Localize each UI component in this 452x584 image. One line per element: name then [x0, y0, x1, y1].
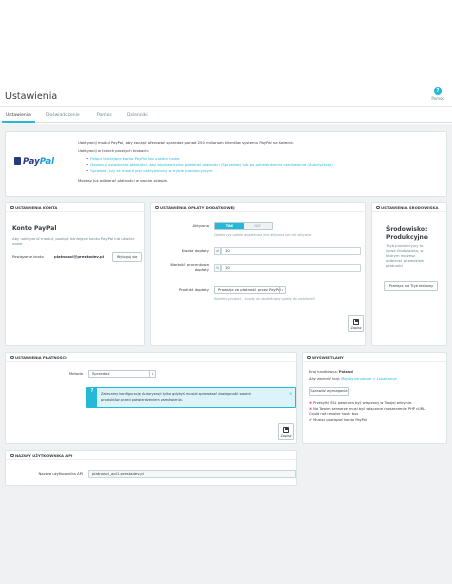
account-desc1: Aby uaktywnić moduł, powiąż istniejące k… — [12, 236, 135, 241]
environment-title-2: Produkcyjne — [386, 234, 428, 241]
percent-input[interactable]: 10 — [221, 264, 361, 272]
requirement-account: ✔ Musisz powiązać konto PayPal — [309, 418, 367, 422]
api-username-label: Nazwa użytkownika API — [38, 471, 83, 476]
account-heading: Ustawienia konta — [6, 203, 144, 212]
environment-title-1: Środowisko: — [386, 226, 428, 233]
tab-bar: Ustawienia Doświadczenie Pomoc Dzienniki — [0, 108, 452, 123]
status-heading: Wyświetlany — [303, 353, 446, 362]
gear-icon — [10, 453, 14, 458]
gear-icon — [155, 205, 159, 210]
change-country-line: Aby zmienić kraj: Międzynarodowe > Lokal… — [309, 377, 397, 381]
api-card: Nazwy użytkownika API Nazwa użytkownika … — [5, 450, 297, 486]
api-heading: Nazwy użytkownika API — [6, 451, 296, 460]
page-header: Ustawienia ? Pomoc — [0, 80, 452, 107]
paypal-logo: PayPal — [14, 157, 54, 168]
switch-sandbox-button[interactable]: Przełącz na Tryb testowy — [384, 281, 438, 291]
account-card: Ustawienia konta Konto PayPal Aby uaktyw… — [5, 202, 145, 346]
question-icon: ? — [434, 87, 442, 95]
fee-input[interactable]: 10 — [221, 247, 361, 255]
info-icon: ? — [87, 388, 97, 407]
gear-icon — [307, 355, 311, 360]
active-toggle[interactable]: TAK NIE — [214, 222, 273, 230]
account-desc2: nowe. — [12, 241, 24, 246]
gear-icon — [10, 205, 14, 210]
method-select[interactable]: Sprzedaż ▾ — [88, 370, 156, 378]
payment-card: Ustawienia płatności Metoda Sprzedaż ▾ ?… — [5, 352, 297, 444]
method-label: Metoda — [68, 371, 83, 376]
floppy-icon — [283, 427, 289, 433]
check-requirements-button[interactable]: Sprawdź wymagania — [309, 387, 349, 396]
fee-label: Kwota dopłaty — [181, 248, 209, 253]
help-label: Pomoc — [431, 96, 445, 101]
cross-icon: ✖ — [309, 401, 313, 405]
environment-heading: Ustawienia środowiska — [372, 203, 446, 212]
active-label: Aktywna — [192, 223, 209, 228]
country-value: Poland — [338, 370, 353, 374]
fee-addon: zł — [214, 247, 221, 255]
product-label: Produkt dopłaty — [178, 287, 209, 292]
cross-icon: ✖ — [309, 407, 313, 411]
active-help: Opłata czy opłata dodatkowa jest aktywna… — [214, 233, 312, 237]
linked-account-label: Powiązane konto — [12, 254, 44, 259]
linked-account-value: platnosci@prestadev.pl — [54, 254, 105, 259]
product-help: Wybierz produkt - koszty do dodatkowej o… — [214, 297, 315, 301]
country-line: Kraj handlowca: Poland — [309, 370, 353, 374]
floppy-icon — [353, 319, 359, 325]
payment-save-button[interactable]: Zapisz — [278, 423, 294, 440]
toggle-no[interactable]: NIE — [243, 223, 272, 229]
page-title: Ustawienia — [5, 91, 58, 102]
close-icon[interactable]: × — [289, 391, 292, 396]
intro-line1: Uaktywnij moduł PayPal, aby zacząć ofero… — [78, 140, 294, 145]
environment-desc-5: płatności — [386, 263, 404, 268]
environment-card: Ustawienia środowiska Środowisko: Produk… — [371, 202, 447, 346]
gear-icon — [10, 355, 14, 360]
status-card: Wyświetlany Kraj handlowca: Poland Aby z… — [302, 352, 447, 444]
intro-card: PayPal Uaktywnij moduł PayPal, aby zaczą… — [5, 131, 447, 197]
requirement-curl-error: Could not resolve host: bus — [309, 412, 359, 416]
intro-step3-link[interactable]: Sprawdź, czy ze moduł jest uaktywniony w… — [86, 168, 213, 174]
product-select[interactable]: Prowizja za płatność przez PayPal ▾ — [214, 286, 286, 294]
percent-addon: % — [214, 264, 221, 272]
page: Ustawienia ? Pomoc Ustawienia Doświadcze… — [0, 0, 452, 584]
info-alert: ? Zalecamy konfigurację Autoryzacji tylk… — [86, 387, 296, 408]
paypal-p-icon — [14, 157, 21, 165]
check-icon: ✔ — [309, 418, 313, 422]
gear-icon — [376, 205, 380, 210]
intro-line2: Uaktywnij w trzech prostych krokach: — [78, 148, 150, 153]
chevron-down-icon: ▾ — [149, 371, 155, 377]
tab-help[interactable]: Pomoc — [93, 108, 116, 123]
tab-settings[interactable]: Ustawienia — [2, 108, 35, 123]
alert-line2: produktów przed potwierdzeniem zamówieni… — [101, 398, 183, 402]
requirement-ssl: ✖ Przesyłki SSL powinien być włączony w … — [309, 401, 413, 405]
help-button[interactable]: ? Pomoc — [429, 87, 447, 101]
extra-save-button[interactable]: Zapisz — [348, 315, 364, 332]
tab-experience[interactable]: Doświadczenie — [42, 108, 84, 123]
tab-logs[interactable]: Dzienniki — [123, 108, 152, 123]
requirement-curl: ✖ Na Twoim serwerze musi być włączone ro… — [309, 407, 427, 411]
account-title: Konto PayPal — [12, 225, 57, 232]
extra-fee-heading: Ustawienia opłaty dodatkowej — [151, 203, 365, 212]
content-area: PayPal Uaktywnij moduł PayPal, aby zaczą… — [0, 124, 452, 584]
intro-line3: Możesz już odbierać płatności w swoim sk… — [78, 178, 169, 183]
alert-line1: Zalecamy konfigurację Autoryzacji tylko … — [101, 392, 252, 396]
toggle-yes[interactable]: TAK — [215, 223, 244, 229]
localization-link[interactable]: Międzynarodowe > Lokalizacja — [341, 377, 396, 381]
api-username-field[interactable]: platnosci_api1.prestadev.pl — [88, 470, 296, 478]
percent-label-2: dopłaty — [194, 267, 209, 272]
payment-heading: Ustawienia płatności — [6, 353, 296, 362]
chevron-down-icon: ▾ — [279, 287, 285, 293]
logout-button[interactable]: Wyloguj się — [112, 252, 142, 262]
extra-fee-card: Ustawienia opłaty dodatkowej Aktywna TAK… — [150, 202, 366, 346]
